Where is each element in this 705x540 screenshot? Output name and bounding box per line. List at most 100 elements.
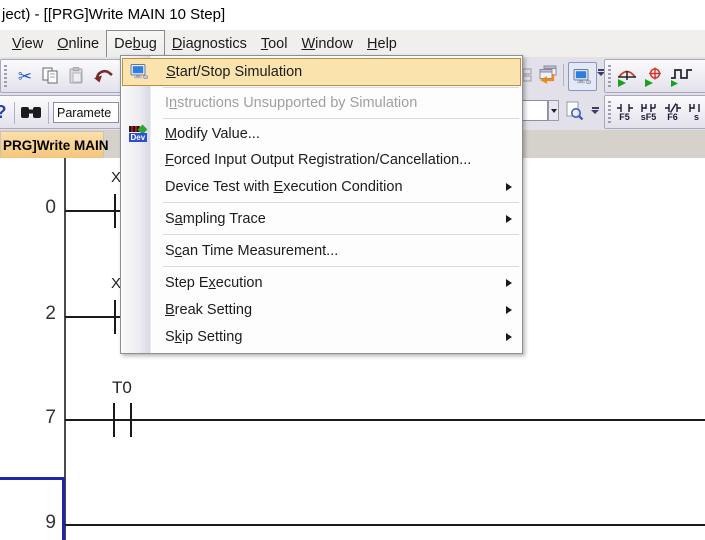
tab-label: PRG]Write MAIN <box>3 137 109 153</box>
window-title: ject) - [[PRG]Write MAIN 10 Step] <box>2 6 226 23</box>
help-button[interactable]: ? <box>0 102 9 122</box>
menubar-item-tool[interactable]: Tool <box>254 30 295 57</box>
open-branch-sf5-button[interactable]: sF5 <box>637 99 660 125</box>
menubar-item-online[interactable]: Online <box>50 30 106 57</box>
device-combobox-dropdown[interactable] <box>548 100 559 121</box>
menubar-label: Help <box>367 35 397 52</box>
submenu-arrow-icon <box>506 305 512 314</box>
scissors-icon: ✂ <box>17 66 33 86</box>
menubar-item-debug[interactable]: Debug <box>106 30 165 57</box>
menu-bar: View Online Debug Diagnostics Tool Windo… <box>0 30 705 58</box>
binoculars-icon <box>21 106 41 118</box>
empty-icon-slot <box>126 93 150 113</box>
menu-separator <box>163 87 519 88</box>
empty-icon-slot <box>126 273 150 293</box>
contact-bar <box>114 300 116 334</box>
closed-contact-f6-button[interactable]: F6 <box>661 99 684 125</box>
overflow-bar <box>591 107 599 109</box>
rung-number: 7 <box>45 407 56 428</box>
parameter-combobox[interactable]: Paramete <box>53 102 119 123</box>
waveform-button[interactable] <box>668 64 694 88</box>
menu-separator <box>163 234 519 235</box>
title-bar: ject) - [[PRG]Write MAIN 10 Step] <box>0 0 705 30</box>
menu-item-break-setting[interactable]: Break Setting <box>121 296 522 323</box>
menu-item-label: Skip Setting <box>165 328 243 345</box>
key-label: F6 <box>667 111 678 122</box>
branch-contact-icon <box>640 103 656 112</box>
trace-arch-icon <box>618 70 636 87</box>
help-icon: ? <box>0 103 7 121</box>
menubar-label: View <box>12 35 44 52</box>
rung-number: 2 <box>45 303 56 324</box>
menu-item-label: Instructions Unsupported by Simulation <box>165 94 418 111</box>
menu-item-label: Scan Time Measurement... <box>165 242 339 259</box>
submenu-arrow-icon <box>506 278 512 287</box>
menu-item-device-test-execution-condition[interactable]: Device Test with Execution Condition <box>121 173 522 200</box>
menu-separator <box>163 118 519 119</box>
menu-item-step-execution[interactable]: Step Execution <box>121 269 522 296</box>
toolbar-group-edit: ✂ <box>0 59 121 93</box>
empty-icon-slot <box>126 327 150 347</box>
menu-separator <box>163 266 519 267</box>
menu-item-sampling-trace[interactable]: Sampling Trace <box>121 205 522 232</box>
simulation-toggle-button[interactable] <box>568 62 597 91</box>
open-contact-icon <box>616 103 633 112</box>
menubar-item-view[interactable]: View <box>5 30 50 57</box>
device-value-icon: Dev <box>126 124 150 144</box>
menubar-label: Tool <box>260 35 288 52</box>
menubar-label: Debug <box>114 36 157 52</box>
menu-item-label: Sampling Trace <box>165 210 266 227</box>
closed-branch-sf6-button[interactable]: s <box>685 99 705 125</box>
menu-item-instructions-unsupported: Instructions Unsupported by Simulation <box>121 89 522 116</box>
paste-button[interactable] <box>65 65 89 87</box>
overflow-chevron-icon <box>591 110 599 114</box>
undo-button[interactable] <box>91 65 117 87</box>
menu-item-label: Start/Stop Simulation <box>166 64 303 80</box>
windows-jump-button[interactable] <box>536 63 560 87</box>
simulation-monitor-icon <box>127 62 151 82</box>
submenu-arrow-icon <box>506 214 512 223</box>
find-button[interactable] <box>18 102 44 122</box>
toolbar-group-ladder-symbols: F5 sF5 F6 s <box>604 95 705 129</box>
partially-hidden-icon[interactable] <box>522 65 534 85</box>
cut-button[interactable]: ✂ <box>13 65 37 87</box>
empty-icon-slot <box>126 177 150 197</box>
rung-number: 0 <box>45 197 56 218</box>
tab-prg-write-main[interactable]: PRG]Write MAIN <box>0 131 109 158</box>
toolbar-group-find: ? Paramete <box>0 95 122 129</box>
submenu-arrow-icon <box>506 182 512 191</box>
menu-item-modify-value[interactable]: Dev Modify Value... <box>121 121 522 147</box>
branch-closed-contact-icon <box>688 103 700 112</box>
watch-point-button[interactable] <box>641 64 667 88</box>
toolbar-grip[interactable] <box>608 101 611 123</box>
toolbar-overflow-button[interactable] <box>590 107 600 114</box>
menu-item-forced-io-registration[interactable]: Forced Input Output Registration/Cancell… <box>121 147 522 173</box>
rung-line <box>65 316 120 318</box>
open-contact-f5-button[interactable]: F5 <box>613 99 636 125</box>
square-wave-icon <box>671 68 692 87</box>
edit-cursor-box[interactable] <box>0 477 65 540</box>
sampling-trace-button[interactable] <box>614 64 640 88</box>
device-display-button[interactable] <box>562 99 586 123</box>
copy-button[interactable] <box>39 65 63 87</box>
menu-item-start-stop-simulation[interactable]: Start/Stop Simulation <box>122 58 521 86</box>
menubar-item-window[interactable]: Window <box>294 30 360 57</box>
simulation-monitor-icon <box>573 68 591 84</box>
key-label: s <box>693 111 699 122</box>
key-label: sF5 <box>640 111 657 122</box>
menu-item-label: Forced Input Output Registration/Cancell… <box>165 152 472 168</box>
menu-item-scan-time-measurement[interactable]: Scan Time Measurement... <box>121 237 522 264</box>
rung-line <box>65 210 120 212</box>
menu-item-skip-setting[interactable]: Skip Setting <box>121 323 522 350</box>
toolbar-separator <box>563 64 564 86</box>
menubar-label: Diagnostics <box>171 35 247 52</box>
menubar-item-help[interactable]: Help <box>360 30 404 57</box>
menubar-item-diagnostics[interactable]: Diagnostics <box>165 30 254 57</box>
empty-icon-slot <box>126 150 150 170</box>
contact-bar <box>130 403 132 437</box>
menu-item-label: Device Test with Execution Condition <box>165 178 403 195</box>
toolbar-grip[interactable] <box>608 65 611 87</box>
menu-separator <box>163 202 519 203</box>
closed-contact-icon <box>664 102 681 113</box>
toolbar-grip[interactable] <box>4 65 7 87</box>
